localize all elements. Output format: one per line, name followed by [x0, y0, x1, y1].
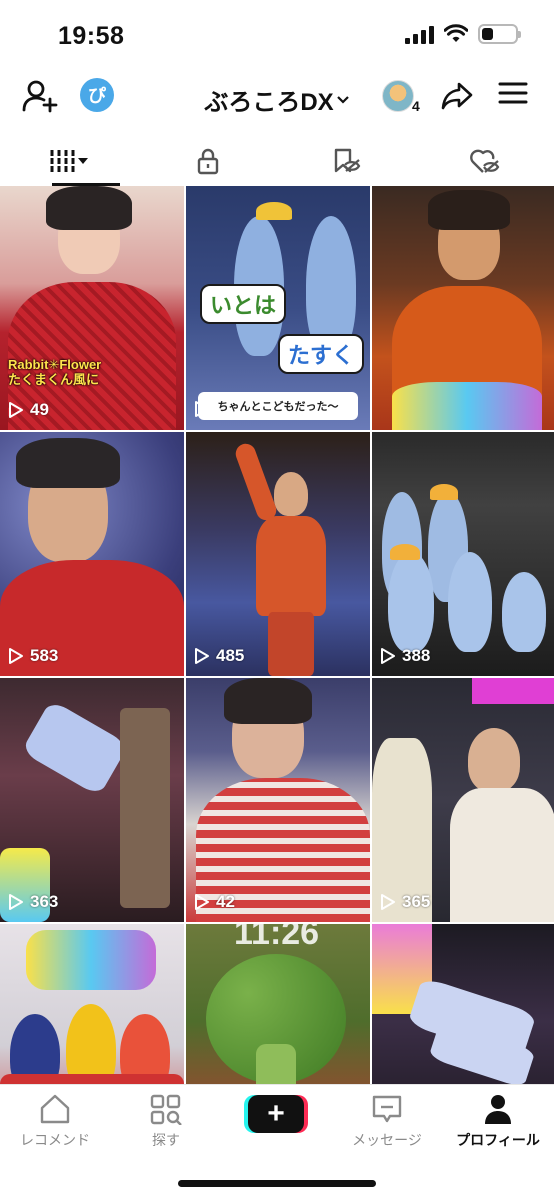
video-caption: Rabbit✳Flower たくまくん風に	[8, 356, 102, 388]
profile-icon	[485, 1095, 511, 1124]
account-name: ぶろころDX	[204, 89, 334, 116]
view-count	[194, 400, 216, 418]
play-icon	[195, 894, 209, 910]
view-count: 388	[380, 646, 430, 666]
view-count: 49	[8, 400, 49, 420]
tab-private[interactable]	[139, 136, 278, 186]
play-icon	[381, 894, 395, 910]
play-icon	[195, 401, 209, 417]
home-indicator[interactable]	[178, 1180, 376, 1187]
play-icon	[9, 648, 23, 664]
video-thumbnail[interactable]	[372, 186, 554, 430]
inbox-icon	[372, 1095, 402, 1123]
nav-label: レコメンド	[20, 1132, 90, 1148]
video-thumbnail[interactable]	[0, 924, 184, 1084]
play-icon	[195, 648, 209, 664]
play-icon	[9, 402, 23, 418]
status-icons	[405, 24, 521, 44]
grid-filter-icon	[50, 150, 89, 172]
video-thumbnail[interactable]: Rabbit✳Flower たくまくん風に 49	[0, 186, 184, 430]
video-thumbnail[interactable]: 42	[186, 678, 370, 922]
avatar	[382, 80, 414, 112]
profile-header: ぴ ぶろころDX 4	[0, 70, 554, 128]
view-count: 42	[194, 892, 235, 912]
name-sticker: たすく	[278, 334, 365, 374]
wifi-icon	[444, 24, 468, 42]
discover-icon	[150, 1094, 182, 1125]
video-thumbnail[interactable]: 388	[372, 432, 554, 676]
plus-icon: +	[248, 1095, 304, 1133]
share-icon	[441, 82, 473, 110]
lock-icon	[197, 148, 218, 175]
nav-recommend[interactable]: レコメンド	[0, 1093, 110, 1150]
tab-saved[interactable]	[277, 136, 416, 186]
video-grid: Rabbit✳Flower たくまくん風に 49 いとは たすく ちゃんとこども…	[0, 186, 554, 1084]
battery-icon	[478, 24, 521, 44]
caption-banner: ちゃんとこどもだった〜	[198, 392, 358, 420]
nav-label: メッセージ	[352, 1132, 422, 1148]
heart-hidden-icon	[469, 149, 500, 173]
chevron-down-icon	[336, 95, 349, 104]
view-count: 365	[380, 892, 430, 912]
nav-discover[interactable]: 探す	[111, 1093, 221, 1150]
friends-avatar-button[interactable]: 4	[382, 80, 420, 114]
video-thumbnail[interactable]	[372, 924, 554, 1084]
tab-videos[interactable]	[0, 136, 139, 186]
home-icon	[40, 1094, 70, 1124]
create-video-button[interactable]: +	[244, 1095, 308, 1133]
play-icon	[9, 894, 23, 910]
cellular-signal-icon	[405, 24, 434, 44]
video-thumbnail[interactable]: いとは たすく ちゃんとこどもだった〜	[186, 186, 370, 430]
view-count: 583	[8, 646, 58, 666]
nav-profile[interactable]: プロフィール	[443, 1093, 553, 1150]
view-count: 363	[8, 892, 58, 912]
menu-button[interactable]	[498, 78, 528, 113]
clock-overlay: 11:26	[234, 924, 320, 952]
share-button[interactable]	[440, 78, 474, 117]
video-thumbnail[interactable]: 365	[372, 678, 554, 922]
video-thumbnail[interactable]: 11:26	[186, 924, 370, 1084]
video-thumbnail[interactable]: 485	[186, 432, 370, 676]
name-sticker: いとは	[200, 284, 287, 324]
nav-messages[interactable]: メッセージ	[332, 1093, 442, 1150]
status-bar: 19:58	[0, 0, 554, 70]
video-thumbnail[interactable]: 583	[0, 432, 184, 676]
hamburger-menu-icon	[498, 82, 528, 104]
profile-tabs	[0, 136, 554, 186]
view-count: 485	[194, 646, 244, 666]
nav-label: プロフィール	[456, 1132, 540, 1148]
friend-count-badge: 4	[412, 98, 420, 114]
bookmark-hidden-icon	[335, 148, 361, 173]
status-time: 19:58	[58, 22, 125, 50]
video-thumbnail[interactable]: 363	[0, 678, 184, 922]
play-icon	[381, 648, 395, 664]
tab-liked[interactable]	[416, 136, 554, 186]
nav-label: 探す	[152, 1132, 180, 1148]
